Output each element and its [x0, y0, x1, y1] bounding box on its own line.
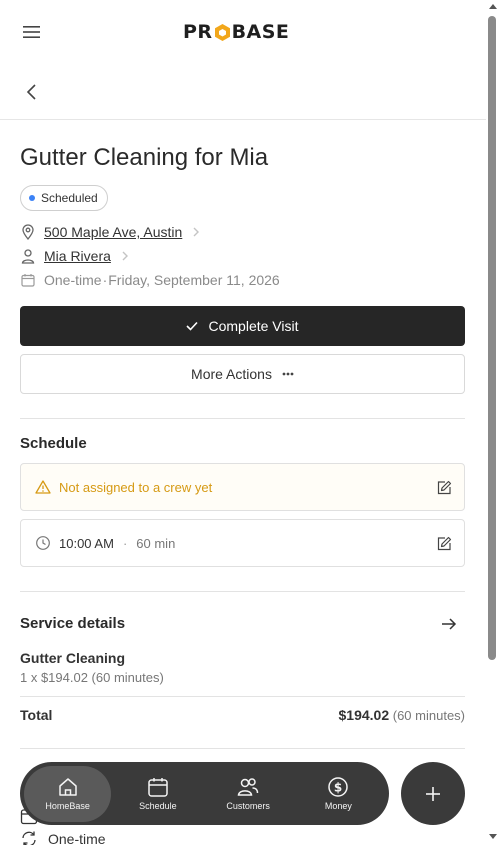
edit-icon[interactable] [436, 480, 452, 496]
nav-item-homebase[interactable]: HomeBase [24, 765, 112, 822]
customer-link[interactable]: Mia Rivera [44, 248, 111, 264]
crew-warning-text: Not assigned to a crew yet [59, 479, 213, 495]
logo-text-base: BASE [231, 21, 290, 43]
warning-icon [35, 479, 51, 495]
customer-row: Mia Rivera [20, 246, 131, 266]
arrow-right-icon[interactable] [440, 616, 458, 632]
service-item-detail: 1 x $194.02 (60 minutes) [20, 670, 164, 685]
brand-logo[interactable]: PR BASE [183, 20, 289, 44]
status-dot [29, 195, 35, 201]
location-pin-icon [20, 224, 36, 240]
section-divider [20, 591, 465, 592]
recurrence-label: One-time [44, 272, 102, 288]
nav-item-money[interactable]: $ Money [295, 766, 382, 822]
total-amount: $194.02 [338, 707, 390, 723]
scrollbar-thumb[interactable] [488, 16, 496, 660]
total-value: $194.02 (60 minutes) [339, 707, 465, 723]
hamburger-icon [23, 26, 40, 38]
time-separator: · [122, 535, 128, 551]
scroll-up-arrow-icon[interactable] [489, 4, 497, 9]
crew-warning-card[interactable]: Not assigned to a crew yet [20, 463, 465, 511]
plus-icon [426, 786, 440, 801]
svg-text:$: $ [334, 781, 342, 795]
address-link[interactable]: 500 Maple Ave, Austin [44, 224, 182, 240]
visit-date: Friday, September 11, 2026 [108, 272, 280, 288]
status-badge: Scheduled [20, 185, 108, 211]
nav-item-customers[interactable]: Customers [205, 766, 292, 822]
total-duration: (60 minutes) [392, 708, 465, 723]
menu-button[interactable] [20, 20, 44, 44]
visit-time: 10:00 AM [59, 535, 114, 551]
nav-label: Customers [226, 801, 270, 811]
total-label: Total [20, 707, 53, 723]
peek-recurrence-row: One-time [20, 830, 106, 845]
customers-icon [237, 776, 259, 798]
complete-visit-button[interactable]: Complete Visit [20, 306, 465, 346]
top-bar: PR BASE [0, 0, 486, 64]
date-row: One-time · Friday, September 11, 2026 [20, 270, 280, 290]
peek-recurrence-label: One-time [48, 831, 106, 845]
add-button[interactable] [401, 762, 465, 825]
check-icon [186, 321, 199, 331]
clock-icon [35, 535, 51, 551]
back-button[interactable] [20, 80, 44, 104]
ellipsis-icon [282, 372, 294, 376]
scroll-down-arrow-icon[interactable] [489, 834, 497, 839]
nav-item-schedule[interactable]: Schedule [114, 766, 201, 822]
bottom-nav: HomeBase Schedule Customers $ Money [20, 762, 389, 825]
more-actions-button[interactable]: More Actions [20, 354, 465, 394]
section-divider [20, 418, 465, 419]
chevron-right-icon [190, 226, 202, 238]
nav-label: HomeBase [45, 801, 90, 811]
person-icon [20, 248, 36, 264]
job-detail-page: PR BASE Gutter Cleaning for Mia Scheduled… [0, 0, 486, 845]
nav-label: Schedule [139, 801, 177, 811]
section-divider [20, 696, 465, 697]
chevron-right-icon [119, 250, 131, 262]
money-icon: $ [327, 776, 349, 798]
calendar-icon [20, 272, 36, 288]
page-title: Gutter Cleaning for Mia [20, 144, 269, 171]
chevron-left-icon [26, 84, 36, 100]
time-card[interactable]: 10:00 AM · 60 min [20, 519, 465, 567]
nav-label: Money [324, 801, 352, 811]
edit-icon[interactable] [436, 536, 452, 552]
more-actions-label: More Actions [191, 366, 272, 382]
date-separator: · [102, 272, 108, 288]
repeat-icon [20, 830, 40, 845]
logo-hex-icon [214, 23, 231, 42]
calendar-icon [147, 776, 169, 798]
service-item-name: Gutter Cleaning [20, 650, 126, 666]
status-label: Scheduled [41, 191, 98, 205]
section-divider [20, 748, 465, 749]
back-row [0, 64, 486, 120]
address-row: 500 Maple Ave, Austin [20, 222, 202, 242]
logo-text-pr: PR [183, 21, 213, 43]
visit-duration: 60 min [136, 535, 176, 551]
schedule-title: Schedule [20, 435, 87, 452]
complete-visit-label: Complete Visit [208, 318, 299, 334]
home-icon [57, 776, 79, 798]
service-details-title: Service details [20, 615, 126, 632]
